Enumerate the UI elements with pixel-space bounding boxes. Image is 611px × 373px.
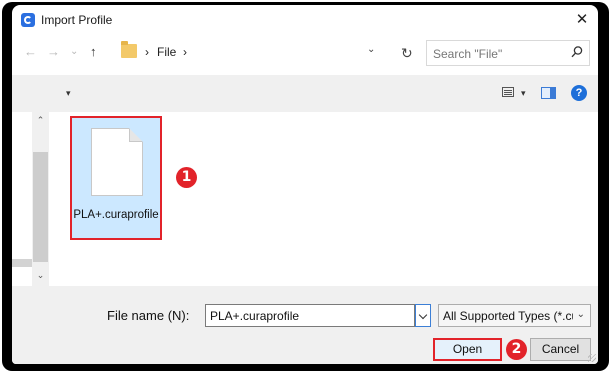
back-arrow-icon[interactable]: ←	[24, 45, 37, 59]
close-icon[interactable]: ✕	[572, 10, 592, 30]
filename-history-dropdown[interactable]	[415, 304, 431, 327]
filetype-value: All Supported Types (*.curaprofile)	[443, 309, 573, 323]
breadcrumb-separator: ›	[145, 45, 149, 59]
nav-pane-scroll-marker	[12, 259, 32, 267]
up-arrow-icon[interactable]: ↑	[90, 45, 97, 59]
navigation-bar: ← → ⌄ ↑ › File › ⌄ ↻ Search "File"	[12, 35, 598, 71]
open-button[interactable]: Open	[433, 338, 502, 361]
preview-pane-icon[interactable]	[541, 87, 556, 99]
document-icon	[91, 128, 143, 196]
recent-locations-chevron-icon[interactable]: ⌄	[70, 45, 78, 59]
search-icon[interactable]	[569, 44, 585, 60]
forward-arrow-icon[interactable]: →	[47, 45, 60, 59]
import-profile-dialog: Import Profile ✕ ← → ⌄ ↑ › File › ⌄ ↻ Se…	[12, 5, 598, 364]
breadcrumb-separator[interactable]: ›	[183, 45, 187, 59]
cura-app-icon	[21, 13, 35, 27]
folder-icon	[121, 41, 137, 58]
step-badge-1: 1	[176, 167, 197, 188]
filename-label: File name (N):	[107, 308, 190, 323]
view-options-dropdown-icon[interactable]: ▾	[521, 88, 526, 99]
resize-grip-icon[interactable]	[588, 354, 596, 362]
scroll-down-icon[interactable]: ⌄	[32, 270, 49, 281]
search-input[interactable]: Search "File"	[426, 40, 590, 66]
document-fold	[129, 129, 142, 142]
step-badge-2: 2	[506, 339, 527, 360]
view-options-icon[interactable]	[502, 87, 514, 97]
search-placeholder: Search "File"	[433, 47, 503, 61]
cancel-button[interactable]: Cancel	[530, 338, 591, 361]
filetype-select[interactable]: All Supported Types (*.curaprofile) ⌄	[438, 304, 591, 327]
file-list-area[interactable]: ⌃ ⌄ PLA+.curaprofile 1	[12, 112, 598, 286]
address-dropdown-chevron-icon[interactable]: ⌄	[367, 44, 375, 55]
help-icon[interactable]: ?	[571, 85, 587, 101]
scrollbar-thumb[interactable]	[33, 152, 48, 262]
filename-field[interactable]: PLA+.curaprofile	[205, 304, 415, 327]
vertical-scrollbar[interactable]: ⌃ ⌄	[32, 112, 49, 286]
address-bar[interactable]: › File › ⌄	[119, 40, 395, 65]
title-bar: Import Profile ✕	[12, 5, 598, 35]
filename-value: PLA+.curaprofile	[210, 309, 300, 323]
dialog-title: Import Profile	[41, 13, 113, 27]
scroll-up-icon[interactable]: ⌃	[32, 115, 49, 126]
file-item[interactable]: PLA+.curaprofile	[70, 116, 162, 240]
chevron-down-icon: ⌄	[576, 309, 585, 320]
refresh-icon[interactable]: ↻	[401, 46, 413, 60]
dialog-footer: File name (N): PLA+.curaprofile All Supp…	[12, 286, 598, 364]
file-name-label: PLA+.curaprofile	[73, 209, 159, 221]
organize-dropdown-icon[interactable]: ▾	[66, 88, 71, 99]
breadcrumb-file[interactable]: File	[157, 45, 176, 59]
command-toolbar: ▾ ▾ ?	[12, 75, 598, 112]
